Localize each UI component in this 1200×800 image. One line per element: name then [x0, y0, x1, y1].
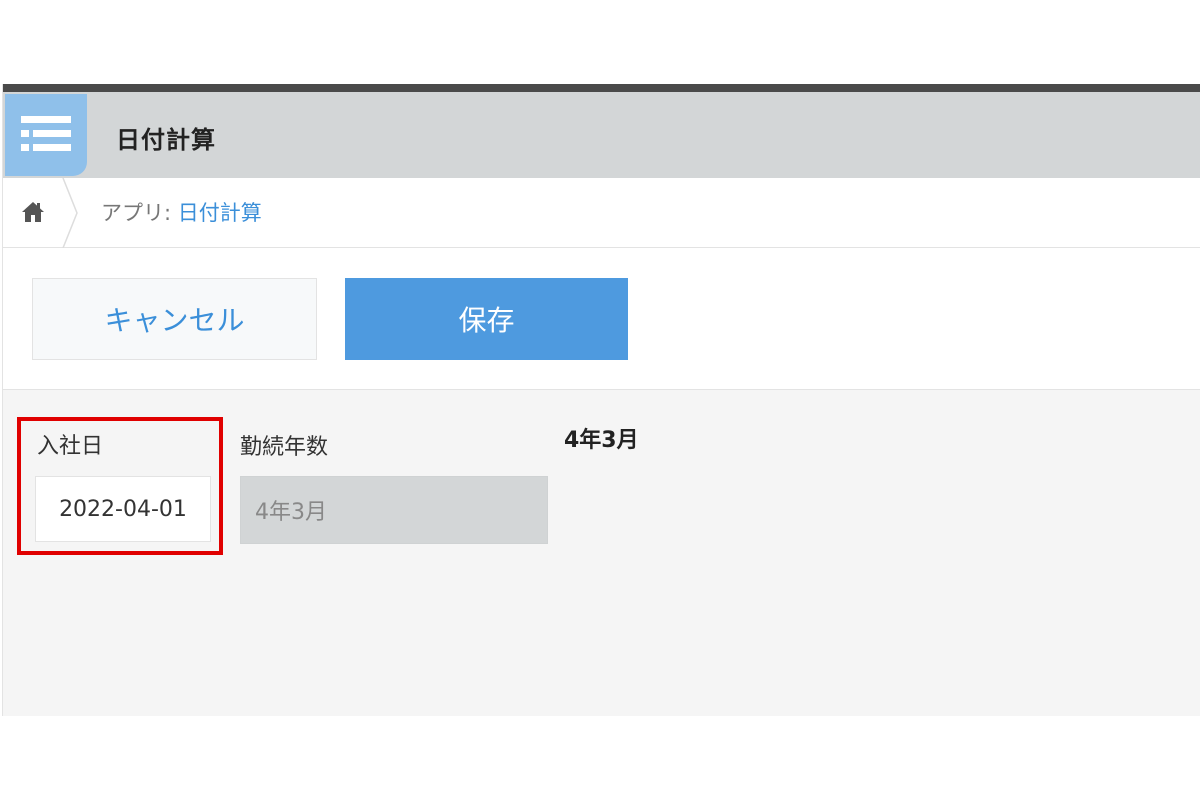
- result-display: 4年3月: [564, 428, 639, 453]
- top-strip: [3, 84, 1200, 92]
- app-title: 日付計算: [116, 126, 216, 154]
- app-header: 日付計算: [3, 92, 1200, 178]
- list-icon[interactable]: [5, 94, 87, 176]
- hire-date-label: 入社日: [37, 434, 104, 459]
- breadcrumb-separator-icon: [62, 178, 78, 248]
- record-toolbar: キャンセル 保存: [3, 248, 1200, 390]
- breadcrumb: アプリ: 日付計算: [3, 178, 1200, 248]
- breadcrumb-prefix: アプリ:: [101, 201, 178, 225]
- app-frame: 日付計算 アプリ: 日付計算 キャンセル 保存 入社日 2022-04-01 勤…: [2, 84, 1200, 716]
- hire-date-input[interactable]: 2022-04-01: [35, 476, 211, 542]
- breadcrumb-app-link[interactable]: 日付計算: [178, 201, 262, 225]
- cancel-button[interactable]: キャンセル: [32, 278, 317, 360]
- years-of-service-field: 4年3月: [240, 476, 548, 544]
- years-of-service-label: 勤続年数: [240, 435, 329, 460]
- home-icon[interactable]: [21, 200, 45, 224]
- breadcrumb-trail: アプリ: 日付計算: [101, 197, 262, 227]
- save-button[interactable]: 保存: [345, 278, 628, 360]
